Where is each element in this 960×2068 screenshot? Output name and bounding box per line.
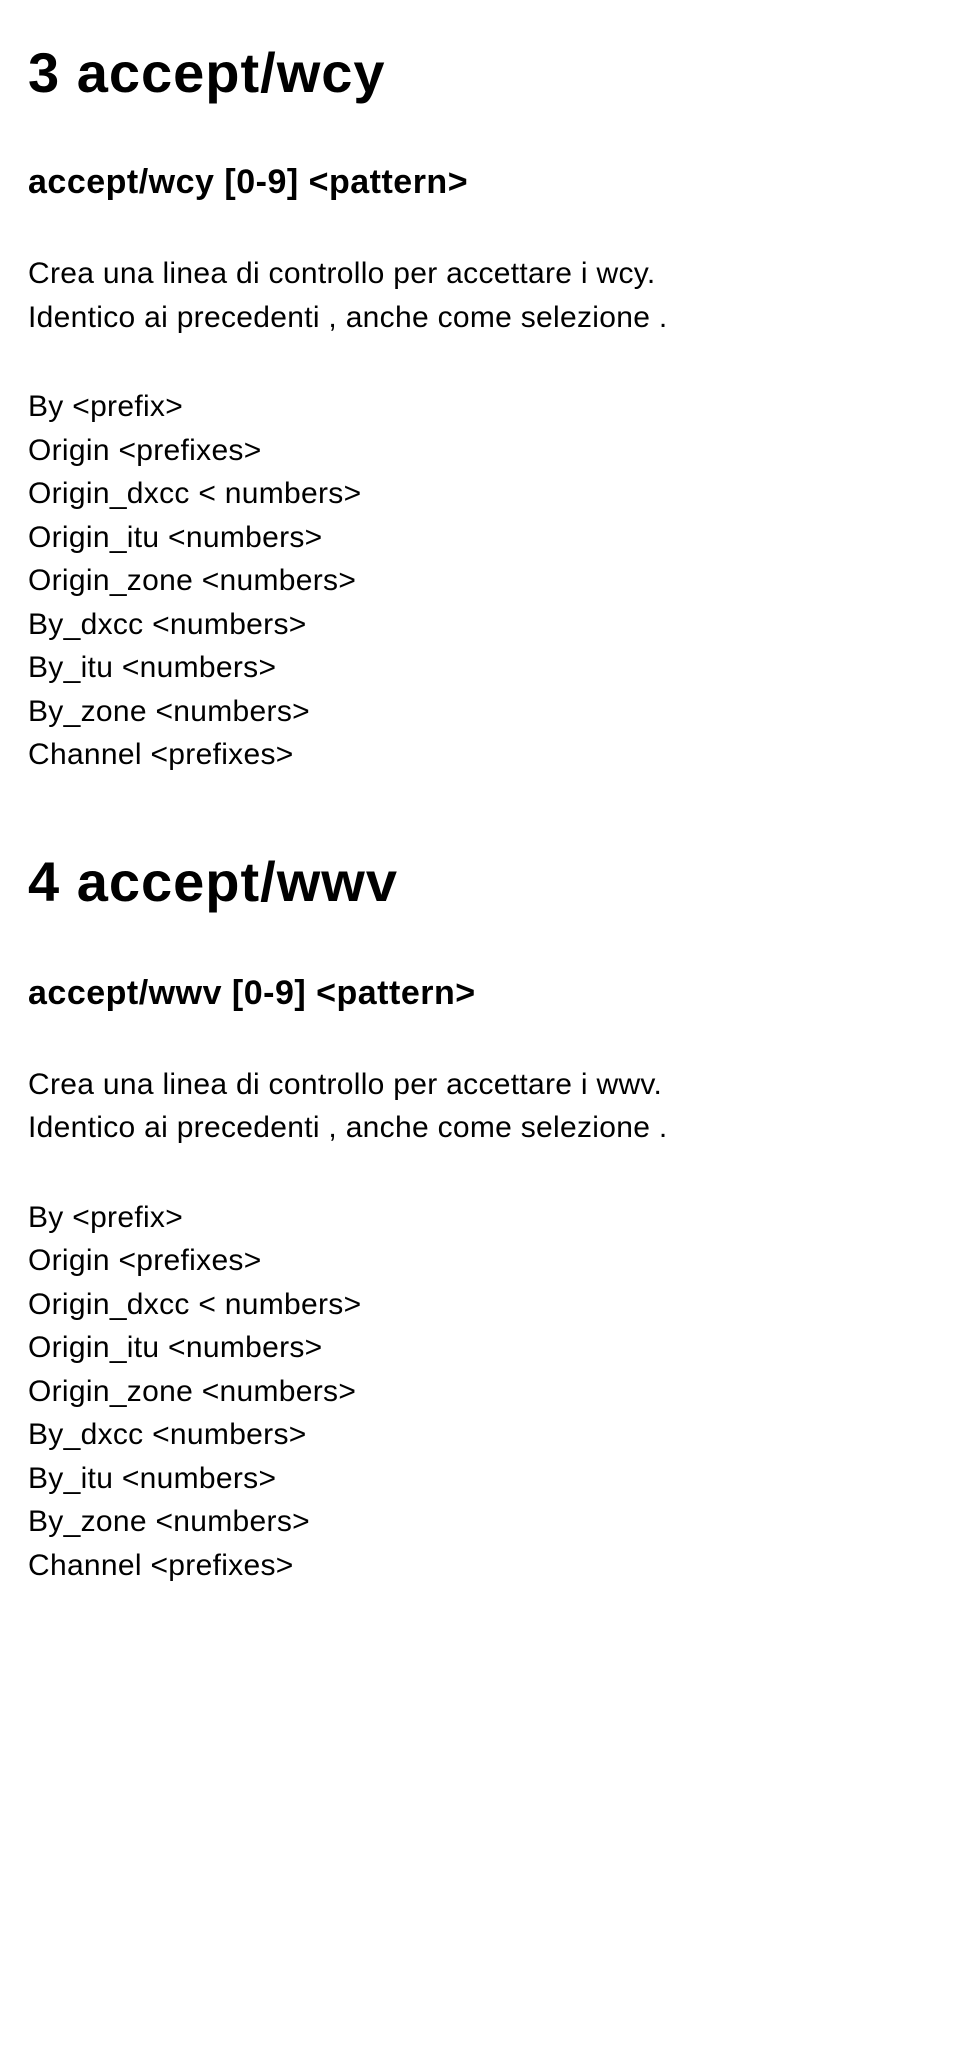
section-2-params: By <prefix> Origin <prefixes> Origin_dxc… xyxy=(28,1196,940,1588)
section-2-syntax: accept/wwv [0-9] <pattern> xyxy=(28,974,940,1013)
param-line: By <prefix> xyxy=(28,385,940,429)
section-1-params: By <prefix> Origin <prefixes> Origin_dxc… xyxy=(28,385,940,777)
param-line: By_itu <numbers> xyxy=(28,1457,940,1501)
section-1-desc-line1: Crea una linea di controllo per accettar… xyxy=(28,257,655,290)
section-1-desc-line2: Identico ai precedenti , anche come sele… xyxy=(28,301,668,334)
section-2-heading: 4 accept/wwv xyxy=(28,849,940,914)
param-line: Origin <prefixes> xyxy=(28,1239,940,1283)
param-line: Channel <prefixes> xyxy=(28,733,940,777)
param-line: By_itu <numbers> xyxy=(28,646,940,690)
param-line: Origin_itu <numbers> xyxy=(28,1326,940,1370)
param-line: Origin_zone <numbers> xyxy=(28,559,940,603)
param-line: By_zone <numbers> xyxy=(28,1500,940,1544)
param-line: By_zone <numbers> xyxy=(28,690,940,734)
param-line: By <prefix> xyxy=(28,1196,940,1240)
section-2-description: Crea una linea di controllo per accettar… xyxy=(28,1063,940,1150)
section-2-desc-line1: Crea una linea di controllo per accettar… xyxy=(28,1068,662,1101)
section-2-desc-line2: Identico ai precedenti , anche come sele… xyxy=(28,1111,668,1144)
section-1-heading: 3 accept/wcy xyxy=(28,40,940,105)
param-line: By_dxcc <numbers> xyxy=(28,603,940,647)
section-1-syntax: accept/wcy [0-9] <pattern> xyxy=(28,163,940,202)
section-1-description: Crea una linea di controllo per accettar… xyxy=(28,252,940,339)
param-line: Origin_dxcc < numbers> xyxy=(28,1283,940,1327)
param-line: By_dxcc <numbers> xyxy=(28,1413,940,1457)
param-line: Channel <prefixes> xyxy=(28,1544,940,1588)
param-line: Origin_itu <numbers> xyxy=(28,516,940,560)
param-line: Origin_dxcc < numbers> xyxy=(28,472,940,516)
param-line: Origin <prefixes> xyxy=(28,429,940,473)
param-line: Origin_zone <numbers> xyxy=(28,1370,940,1414)
